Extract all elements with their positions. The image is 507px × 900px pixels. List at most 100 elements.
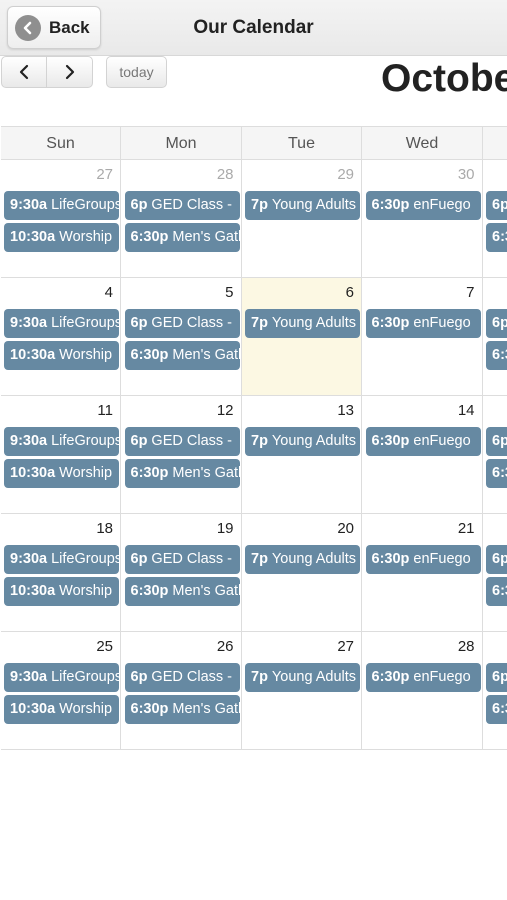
calendar-event[interactable]: 9:30a LifeGroups — [4, 663, 119, 692]
day-number: 4 — [104, 284, 113, 301]
calendar-event[interactable]: 6:30pMen's Gathering — [124, 577, 240, 606]
calendar-event[interactable]: 9:30a LifeGroups — [4, 191, 119, 220]
day-cell[interactable]: 6p 6:30p — [483, 632, 507, 749]
day-cell[interactable]: 30 6:30p enFuego — [363, 160, 483, 277]
calendar-event[interactable]: 6:30p enFuego — [365, 191, 481, 220]
calendar-event[interactable]: 10:30a Worship — [4, 695, 119, 724]
calendar-event[interactable]: 6p GED Class - — [124, 309, 240, 338]
day-cell[interactable]: 6p 6:30p — [483, 396, 507, 513]
event-title: Men's Gathering — [172, 583, 239, 599]
calendar-event[interactable]: 6:30p — [486, 577, 507, 606]
calendar-event[interactable]: 6p GED Class - — [124, 545, 240, 574]
event-time: 6:30p — [492, 347, 507, 363]
day-cell[interactable]: 6p 6:30p — [483, 514, 507, 631]
prev-month-button[interactable] — [1, 56, 47, 88]
calendar-event[interactable]: 6p — [486, 309, 507, 338]
day-cell[interactable]: 21 6:30p enFuego — [363, 514, 483, 631]
calendar-event[interactable]: 10:30a Worship — [4, 459, 119, 488]
calendar-event[interactable]: 10:30a Worship — [4, 341, 119, 370]
calendar-event[interactable]: 6:30p — [486, 341, 507, 370]
day-cell[interactable]: 7 6:30p enFuego — [363, 278, 483, 395]
calendar-event[interactable]: 6:30p enFuego — [365, 545, 481, 574]
calendar-event[interactable]: 6:30pMen's Gathering — [124, 695, 240, 724]
event-time: 7p — [251, 197, 268, 213]
calendar-event[interactable]: 9:30a LifeGroups — [4, 545, 119, 574]
month-title: October — [381, 57, 507, 100]
calendar-event[interactable]: 6p — [486, 427, 507, 456]
day-cell[interactable]: 11 9:30a LifeGroups 10:30a Worship — [1, 396, 121, 513]
calendar-event[interactable]: 9:30a LifeGroups — [4, 309, 119, 338]
week-row: 18 9:30a LifeGroups 10:30a Worship 19 6p GED Cl… — [1, 514, 507, 632]
event-time: 6p — [492, 551, 507, 567]
day-cell[interactable]: 28 6pGED Class - 6:30pMen's Gathering — [122, 160, 242, 277]
event-time: 9:30a — [10, 315, 48, 331]
day-number: 21 — [457, 520, 475, 537]
calendar-event[interactable]: 6:30p — [486, 695, 507, 724]
day-cell[interactable]: 28 6:30p enFuego — [363, 632, 483, 749]
week-row: 4 9:30a LifeGroups 10:30a Worship 5 6p GED Clas… — [1, 278, 507, 396]
day-cell[interactable]: 18 9:30a LifeGroups 10:30a Worship — [1, 514, 121, 631]
day-cell[interactable]: 12 6pGED Class - 6:30pMen's Gathering — [122, 396, 242, 513]
day-cell[interactable]: 6p 6:30p — [483, 278, 507, 395]
calendar-event[interactable]: 7p Young Adults — [245, 427, 360, 456]
calendar-event[interactable]: 6:30p enFuego — [365, 663, 481, 692]
calendar-event[interactable]: 6p GED Class - — [124, 427, 240, 456]
calendar-event[interactable]: 6p GED Class - — [124, 191, 240, 220]
calendar-event[interactable]: 6:30pMen's Gathering — [124, 459, 240, 488]
day-cell[interactable]: 26 6pGED Class - 6:30pMen's Gathering — [122, 632, 242, 749]
day-cell[interactable]: 27 7p Young Adults — [242, 632, 362, 749]
event-time: 6p — [492, 315, 507, 331]
event-title: Young Adults — [271, 551, 357, 567]
calendar-event[interactable]: 7p Young Adults — [245, 663, 360, 692]
calendar-event[interactable]: 6p — [486, 545, 507, 574]
day-cell[interactable]: 5 6pGED Class - 6:30pMen's Gathering — [122, 278, 242, 395]
calendar-event[interactable]: 6:30p enFuego — [365, 309, 481, 338]
day-cell[interactable]: 25 9:30a LifeGroups 10:30a Worship — [1, 632, 121, 749]
event-time: 6:30p — [130, 229, 169, 245]
chevron-right-icon — [65, 64, 74, 80]
event-title: Men's Gathering — [172, 701, 239, 717]
event-time: 6p — [130, 669, 148, 685]
calendar-event[interactable]: 6:30p — [486, 459, 507, 488]
calendar-event[interactable]: 6:30pMen's Gathering — [124, 341, 240, 370]
calendar-event[interactable]: 7p Young Adults — [245, 191, 360, 220]
day-cell-today[interactable]: 6 7p Young Adults — [242, 278, 362, 395]
day-cell[interactable]: 14 6:30p enFuego — [363, 396, 483, 513]
event-time: 7p — [251, 669, 268, 685]
event-time: 9:30a — [10, 551, 48, 567]
event-title: Worship — [59, 465, 113, 481]
calendar-event[interactable]: 6:30p — [486, 223, 507, 252]
event-time: 10:30a — [10, 701, 56, 717]
event-time: 6p — [492, 669, 507, 685]
day-number: 5 — [225, 284, 234, 301]
day-cell[interactable]: 13 7p Young Adults — [242, 396, 362, 513]
calendar-event[interactable]: 7p Young Adults — [245, 309, 360, 338]
week-row: 11 9:30a LifeGroups 10:30a Worship 12 6p GED Cl… — [1, 396, 507, 514]
event-time: 6:30p — [371, 433, 410, 449]
calendar-event[interactable]: 7p Young Adults — [245, 545, 360, 574]
calendar-event[interactable]: 6p GED Class - — [124, 663, 240, 692]
top-navbar: Back Our Calendar — [0, 0, 507, 56]
today-button[interactable]: today — [106, 56, 167, 88]
event-title: Young Adults — [271, 315, 357, 331]
calendar-event[interactable]: 10:30a Worship — [4, 577, 119, 606]
day-number: 20 — [337, 520, 354, 537]
event-time: 6:30p — [130, 701, 169, 717]
day-cell[interactable]: 4 9:30a LifeGroups 10:30a Worship — [1, 278, 121, 395]
event-title: LifeGroups — [51, 669, 119, 685]
calendar-event[interactable]: 6p — [486, 191, 507, 220]
day-cell[interactable]: 20 7p Young Adults — [242, 514, 362, 631]
calendar-event[interactable]: 6:30p enFuego — [365, 427, 481, 456]
day-cell[interactable]: 6p 6:30p — [483, 160, 507, 277]
day-cell[interactable]: 27 9:30a LifeGroups 10:30a Worship — [1, 160, 121, 277]
event-title: enFuego — [413, 551, 471, 567]
calendar-event[interactable]: 9:30a LifeGroups — [4, 427, 119, 456]
next-month-button[interactable] — [46, 56, 93, 88]
calendar-event[interactable]: 6:30pMen's Gathering — [124, 223, 240, 252]
day-cell[interactable]: 29 7p Young Adults — [242, 160, 362, 277]
chevron-left-icon — [19, 64, 29, 80]
day-cell[interactable]: 19 6pGED Class - 6:30pMen's Gathering — [122, 514, 242, 631]
calendar-event[interactable]: 6p — [486, 663, 507, 692]
calendar-event[interactable]: 10:30a Worship — [4, 223, 119, 252]
day-number: 6 — [345, 284, 354, 301]
